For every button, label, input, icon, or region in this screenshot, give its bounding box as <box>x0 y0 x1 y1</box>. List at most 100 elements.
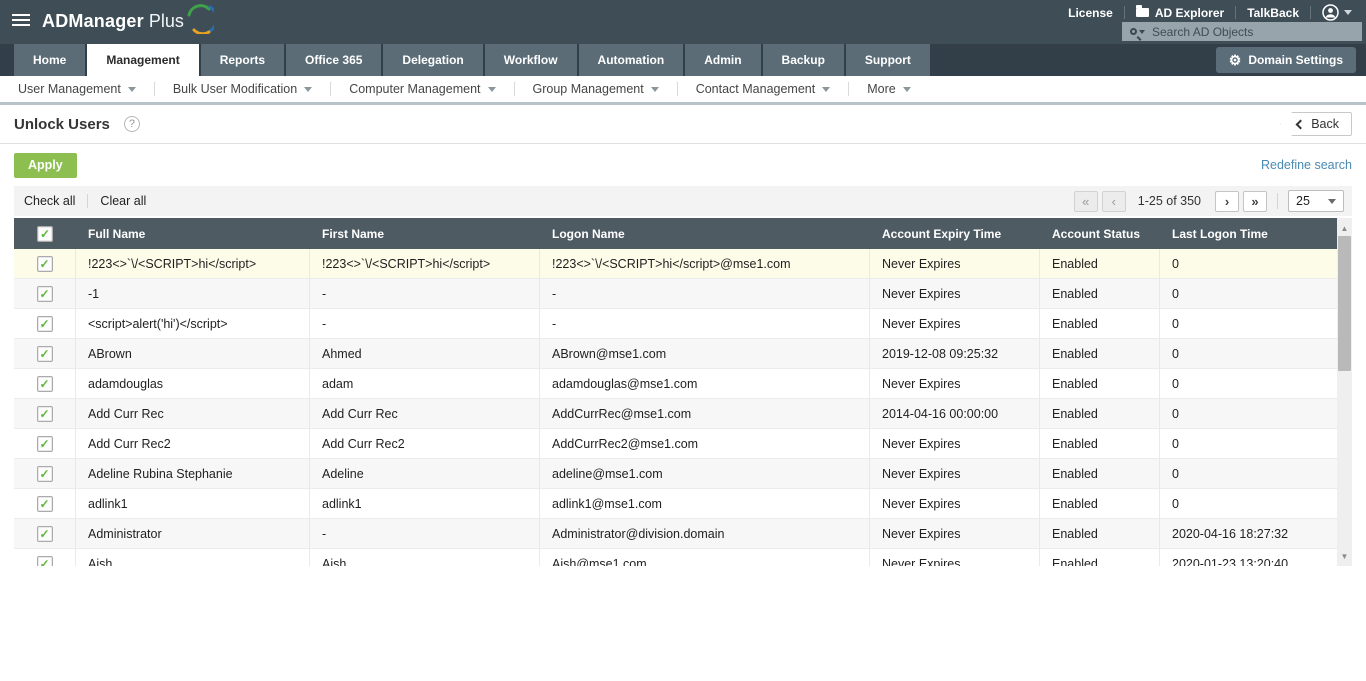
tab-workflow[interactable]: Workflow <box>485 44 577 76</box>
row-checkbox[interactable]: ✓ <box>37 346 53 362</box>
cell-full-name: !223<>`\/<SCRIPT>hi</script> <box>76 249 310 279</box>
topbar: ADManager Plus License AD Explorer TalkB… <box>0 0 1366 44</box>
subnav-item-group-management[interactable]: Group Management <box>529 82 663 96</box>
row-checkbox[interactable]: ✓ <box>37 496 53 512</box>
search-scope-dropdown[interactable] <box>1122 28 1152 35</box>
row-checkbox[interactable]: ✓ <box>37 466 53 482</box>
domain-settings-button[interactable]: ⚙ Domain Settings <box>1216 47 1356 73</box>
search-input[interactable] <box>1152 25 1362 39</box>
subnav-item-more[interactable]: More <box>863 82 914 96</box>
table-row: ✓ AishAishAish@mse1.comNever ExpiresEnab… <box>14 549 1337 566</box>
license-link[interactable]: License <box>1068 6 1113 20</box>
cell-account-status: Enabled <box>1040 399 1160 429</box>
table-row: ✓ adamdouglasadamadamdouglas@mse1.comNev… <box>14 369 1337 399</box>
back-button[interactable]: Back <box>1280 112 1352 136</box>
row-checkbox[interactable]: ✓ <box>37 316 53 332</box>
scroll-down-icon[interactable]: ▼ <box>1337 548 1352 564</box>
tab-support[interactable]: Support <box>846 44 930 76</box>
chevron-down-icon <box>903 87 911 92</box>
subnav-item-computer-management[interactable]: Computer Management <box>345 82 499 96</box>
scrollbar-thumb[interactable] <box>1338 236 1351 371</box>
cell-account-expiry-time: Never Expires <box>870 309 1040 339</box>
subnav-item-user-management[interactable]: User Management <box>14 82 140 96</box>
pagination: « ‹ 1-25 of 350 › » 25 <box>1070 190 1344 212</box>
cell-account-status: Enabled <box>1040 279 1160 309</box>
cell-account-expiry-time: Never Expires <box>870 519 1040 549</box>
column-header[interactable]: Account Expiry Time <box>870 227 1040 241</box>
tab-home[interactable]: Home <box>14 44 85 76</box>
cell-logon-name: !223<>`\/<SCRIPT>hi</script>@mse1.com <box>540 249 870 279</box>
cell-last-logon-time: 0 <box>1160 339 1337 369</box>
user-account-menu[interactable] <box>1322 4 1352 21</box>
row-checkbox[interactable]: ✓ <box>37 406 53 422</box>
cell-last-logon-time: 0 <box>1160 309 1337 339</box>
chevron-down-icon <box>488 87 496 92</box>
help-icon[interactable]: ? <box>124 116 140 132</box>
column-header[interactable]: Account Status <box>1040 227 1160 241</box>
table-header-row: ✓ Full NameFirst NameLogon NameAccount E… <box>14 218 1337 249</box>
cell-full-name: <script>alert('hi')</script> <box>76 309 310 339</box>
cell-account-expiry-time: 2019-12-08 09:25:32 <box>870 339 1040 369</box>
tab-office-365[interactable]: Office 365 <box>286 44 381 76</box>
redefine-search-link[interactable]: Redefine search <box>1261 158 1352 172</box>
table-body: ✓ !223<>`\/<SCRIPT>hi</script>!223<>`\/<… <box>14 249 1337 566</box>
tab-reports[interactable]: Reports <box>201 44 284 76</box>
scroll-up-icon[interactable]: ▲ <box>1337 220 1352 236</box>
ad-explorer-link[interactable]: AD Explorer <box>1136 6 1224 20</box>
tab-backup[interactable]: Backup <box>763 44 844 76</box>
row-checkbox[interactable]: ✓ <box>37 376 53 392</box>
column-header[interactable]: Logon Name <box>540 227 870 241</box>
divider <box>154 82 155 96</box>
divider <box>87 194 88 208</box>
apply-button[interactable]: Apply <box>14 153 77 178</box>
check-all-link[interactable]: Check all <box>24 194 75 208</box>
table-row: ✓ Adeline Rubina StephanieAdelineadeline… <box>14 459 1337 489</box>
cell-logon-name: Administrator@division.domain <box>540 519 870 549</box>
tab-admin[interactable]: Admin <box>685 44 760 76</box>
talkback-link[interactable]: TalkBack <box>1247 6 1299 20</box>
table-row: ✓ -1--Never ExpiresEnabled0 <box>14 279 1337 309</box>
vertical-scrollbar[interactable]: ▲ ▼ <box>1337 218 1352 566</box>
column-header[interactable]: Full Name <box>76 227 310 241</box>
tab-automation[interactable]: Automation <box>579 44 684 76</box>
cell-first-name: Add Curr Rec <box>310 399 540 429</box>
tab-delegation[interactable]: Delegation <box>383 44 482 76</box>
cell-first-name: !223<>`\/<SCRIPT>hi</script> <box>310 249 540 279</box>
first-page-button[interactable]: « <box>1074 191 1098 212</box>
row-checkbox[interactable]: ✓ <box>37 526 53 542</box>
folder-icon <box>1136 8 1149 17</box>
chevron-down-icon <box>1139 30 1145 34</box>
row-checkbox[interactable]: ✓ <box>37 286 53 302</box>
cell-first-name: - <box>310 519 540 549</box>
cell-account-status: Enabled <box>1040 549 1160 567</box>
column-header[interactable]: First Name <box>310 227 540 241</box>
cell-account-status: Enabled <box>1040 309 1160 339</box>
page-size-select[interactable]: 25 <box>1288 190 1344 212</box>
cell-full-name: -1 <box>76 279 310 309</box>
row-checkbox[interactable]: ✓ <box>37 556 53 567</box>
cell-full-name: Aish <box>76 549 310 567</box>
hamburger-menu-icon[interactable] <box>12 14 30 28</box>
row-checkbox[interactable]: ✓ <box>37 256 53 272</box>
prev-page-button[interactable]: ‹ <box>1102 191 1126 212</box>
tab-management[interactable]: Management <box>87 44 198 76</box>
clear-all-link[interactable]: Clear all <box>100 194 146 208</box>
select-all-checkbox[interactable]: ✓ <box>37 226 53 242</box>
cell-account-status: Enabled <box>1040 249 1160 279</box>
cell-first-name: Adeline <box>310 459 540 489</box>
cell-last-logon-time: 0 <box>1160 459 1337 489</box>
cell-full-name: Add Curr Rec <box>76 399 310 429</box>
main-tabs: HomeManagementReportsOffice 365Delegatio… <box>0 44 1366 76</box>
subnav-item-contact-management[interactable]: Contact Management <box>692 82 835 96</box>
table-row: ✓ Administrator-Administrator@division.d… <box>14 519 1337 549</box>
brand-suffix: Plus <box>149 11 184 32</box>
cell-logon-name: Aish@mse1.com <box>540 549 870 567</box>
row-checkbox[interactable]: ✓ <box>37 436 53 452</box>
list-toolbar: Check all Clear all « ‹ 1-25 of 350 › » … <box>14 186 1352 216</box>
last-page-button[interactable]: » <box>1243 191 1267 212</box>
column-header[interactable]: Last Logon Time <box>1160 227 1337 241</box>
next-page-button[interactable]: › <box>1215 191 1239 212</box>
divider <box>677 82 678 96</box>
subnav-item-bulk-user-modification[interactable]: Bulk User Modification <box>169 82 316 96</box>
cell-account-status: Enabled <box>1040 489 1160 519</box>
